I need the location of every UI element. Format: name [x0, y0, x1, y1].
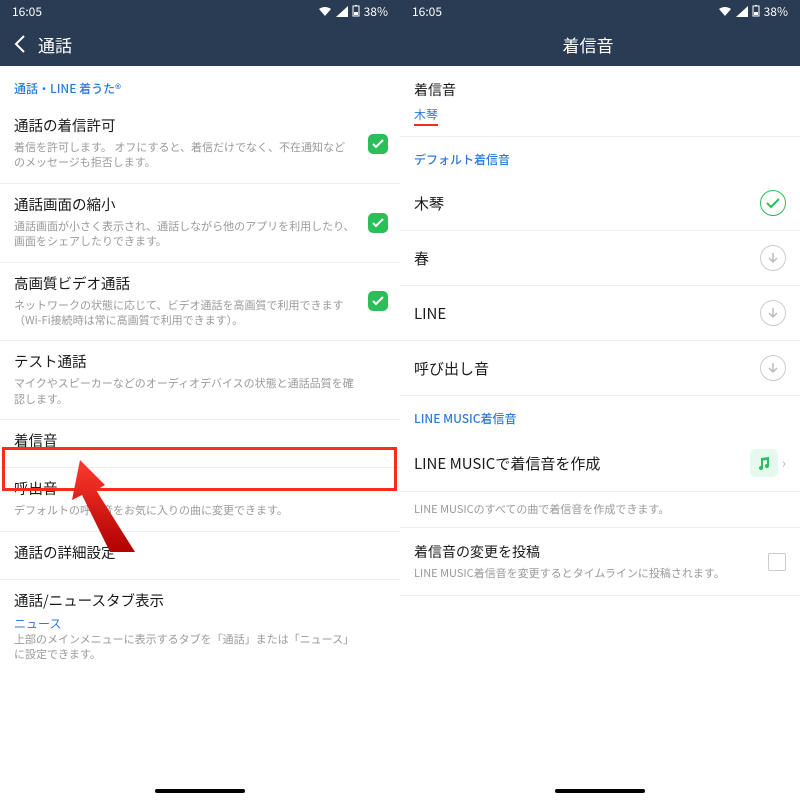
wifi-icon: [318, 6, 332, 17]
chevron-right-icon: ›: [782, 453, 786, 473]
signal-icon: [736, 6, 748, 17]
back-button[interactable]: [8, 32, 32, 56]
status-time: 16:05: [12, 3, 42, 20]
row-title: 通話/ニュースタブ表示: [14, 590, 386, 611]
row-label: LINE MUSICで着信音を作成: [414, 453, 600, 474]
screen-right: 16:05 38% 着信音 着信音 木琴 デフォルト着信音 木琴: [400, 0, 800, 800]
row-sub: マイクやスピーカーなどのオーディオデバイスの状態と通話品質を確認します。: [14, 376, 386, 407]
content-right: 着信音 木琴 デフォルト着信音 木琴 春 LINE: [400, 66, 800, 782]
toggle-on[interactable]: [368, 213, 388, 233]
music-note-icon: [756, 455, 772, 471]
arrow-down-icon: [767, 362, 779, 374]
status-icons: 38%: [718, 3, 788, 20]
status-icons: 38%: [318, 3, 388, 20]
chevron-left-icon: [14, 35, 26, 53]
option-label: 春: [414, 248, 429, 269]
selected-icon: [760, 190, 786, 216]
row-title: 高画質ビデオ通話: [14, 273, 386, 294]
download-icon: [760, 300, 786, 326]
bottom-bar: [0, 782, 400, 800]
option-label: 木琴: [414, 193, 444, 214]
row-value: ニュース: [14, 615, 386, 632]
row-pip[interactable]: 通話画面の縮小 通話画面が小さく表示され、通話しながら他のアプリを利用したり、画…: [0, 184, 400, 263]
battery-icon: [752, 5, 760, 17]
download-icon: [760, 245, 786, 271]
home-indicator[interactable]: [155, 789, 245, 793]
status-bar: 16:05 38%: [0, 0, 400, 22]
nav-title: 通話: [38, 32, 72, 57]
battery-percent: 38%: [764, 3, 788, 20]
row-sub: LINE MUSIC着信音を変更するとタイムラインに投稿されます。: [414, 565, 725, 581]
row-sub: ネットワークの状態に応じて、ビデオ通話を高画質で利用できます（Wi-Fi接続時は…: [14, 298, 386, 329]
arrow-down-icon: [767, 252, 779, 264]
row-title: 通話画面の縮小: [14, 194, 386, 215]
nav-bar: 着信音: [400, 22, 800, 66]
current-ringtone[interactable]: 着信音 木琴: [400, 66, 800, 137]
section-header: 通話・LINE 着うた®: [0, 66, 400, 105]
row-ringtone[interactable]: 着信音: [0, 420, 400, 468]
status-time: 16:05: [412, 3, 442, 20]
row-title: テスト通話: [14, 351, 386, 372]
row-sub: 上部のメインメニューに表示するタブを「通話」または「ニュース」に設定できます。: [14, 632, 386, 663]
row-title: 呼出音: [14, 478, 386, 499]
option-yobidashi[interactable]: 呼び出し音: [400, 341, 800, 396]
content-left: 通話・LINE 着うた® 通話の着信許可 着信を許可します。 オフにすると、着信…: [0, 66, 400, 782]
row-title: 通話の着信許可: [14, 115, 386, 136]
row-tab-display[interactable]: 通話/ニュースタブ表示 ニュース 上部のメインメニューに表示するタブを「通話」ま…: [0, 580, 400, 675]
row-label: 着信音の変更を投稿: [414, 542, 725, 562]
current-label: 着信音: [414, 80, 786, 100]
bottom-bar: [400, 782, 800, 800]
checkbox[interactable]: [768, 553, 786, 571]
option-label: LINE: [414, 303, 446, 324]
row-line-music-create[interactable]: LINE MUSICで着信音を作成 ›: [400, 435, 800, 492]
current-value: 木琴: [414, 106, 438, 126]
row-allow-calls[interactable]: 通話の着信許可 着信を許可します。 オフにすると、着信だけでなく、不在通知などの…: [0, 105, 400, 184]
row-advanced[interactable]: 通話の詳細設定: [0, 532, 400, 580]
row-title: 通話の詳細設定: [14, 542, 386, 563]
section-default: デフォルト着信音: [400, 137, 800, 176]
checkmark-icon: [372, 296, 384, 306]
music-icon: [750, 449, 778, 477]
row-test-call[interactable]: テスト通話 マイクやスピーカーなどのオーディオデバイスの状態と通話品質を確認しま…: [0, 341, 400, 420]
section-music: LINE MUSIC着信音: [400, 396, 800, 435]
row-hd-video[interactable]: 高画質ビデオ通話 ネットワークの状態に応じて、ビデオ通話を高画質で利用できます（…: [0, 263, 400, 342]
option-label: 呼び出し音: [414, 358, 489, 379]
option-haru[interactable]: 春: [400, 231, 800, 286]
nav-title: 着信音: [400, 32, 792, 57]
row-sub: デフォルトの呼出音をお気に入りの曲に変更できます。: [14, 503, 386, 518]
music-note: LINE MUSICのすべての曲で着信音を作成できます。: [400, 492, 800, 527]
battery-icon: [352, 5, 360, 17]
wifi-icon: [718, 6, 732, 17]
signal-icon: [336, 6, 348, 17]
checkmark-icon: [766, 198, 780, 209]
toggle-on[interactable]: [368, 134, 388, 154]
home-indicator[interactable]: [555, 789, 645, 793]
nav-bar: 通話: [0, 22, 400, 66]
download-icon: [760, 355, 786, 381]
screen-left: 16:05 38% 通話 通話・LINE 着うた® 通話の着信許可 着信を許可し…: [0, 0, 400, 800]
row-ringback[interactable]: 呼出音 デフォルトの呼出音をお気に入りの曲に変更できます。: [0, 468, 400, 531]
option-mokkin[interactable]: 木琴: [400, 176, 800, 231]
arrow-down-icon: [767, 307, 779, 319]
checkmark-icon: [372, 139, 384, 149]
row-sub: 通話画面が小さく表示され、通話しながら他のアプリを利用したり、画面をシェアしたり…: [14, 219, 386, 250]
row-title: 着信音: [14, 430, 386, 451]
option-line[interactable]: LINE: [400, 286, 800, 341]
row-sub: 着信を許可します。 オフにすると、着信だけでなく、不在通知などのメッセージも拒否…: [14, 140, 386, 171]
toggle-on[interactable]: [368, 291, 388, 311]
battery-percent: 38%: [364, 3, 388, 20]
row-post-change[interactable]: 着信音の変更を投稿 LINE MUSIC着信音を変更するとタイムラインに投稿され…: [400, 527, 800, 596]
status-bar: 16:05 38%: [400, 0, 800, 22]
checkmark-icon: [372, 218, 384, 228]
